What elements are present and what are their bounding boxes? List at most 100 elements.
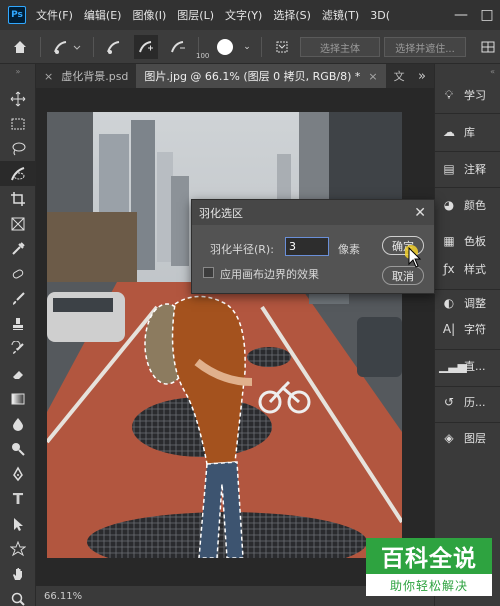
eraser-tool-icon[interactable] xyxy=(0,361,36,386)
panel-label: 直... xyxy=(464,360,486,373)
panel-swatches[interactable]: ▦ 色板 xyxy=(435,229,500,253)
tabs-overflow-icon[interactable]: » xyxy=(418,69,426,84)
feather-radius-input[interactable]: 3 xyxy=(285,237,329,256)
panel-history[interactable]: ↺ 历... xyxy=(435,390,500,414)
collapse-icon[interactable]: » xyxy=(0,64,36,78)
sample-all-layers-icon[interactable] xyxy=(270,35,294,59)
move-tool-icon[interactable] xyxy=(0,86,36,111)
blur-tool-icon[interactable] xyxy=(0,411,36,436)
feather-radius-label: 羽化半径(R): xyxy=(210,243,274,256)
select-and-mask-button[interactable]: 选择并遮住... xyxy=(384,37,466,57)
panel-notes[interactable]: ▤ 注释 xyxy=(435,157,500,181)
panel-learn[interactable]: 💡︎ 学习 xyxy=(435,83,500,107)
comment-icon: ▤ xyxy=(443,162,455,176)
tab-image[interactable]: 图片.jpg @ 66.1% (图层 0 拷贝, RGB/8) * × xyxy=(136,64,386,88)
workspace-icon[interactable] xyxy=(476,35,500,59)
dialog-title: 羽化选区 xyxy=(199,206,243,220)
panel-label: 色板 xyxy=(464,235,486,248)
menu-file[interactable]: 文件(F) xyxy=(36,7,73,23)
watermark-logo: 百科全说 助你轻松解决 xyxy=(366,538,492,598)
panel-adjustments[interactable]: ◐ 调整 xyxy=(435,291,500,315)
panel-color[interactable]: ◕ 颜色 xyxy=(435,193,500,217)
quick-selection-preset-icon[interactable] xyxy=(49,35,85,59)
collapse-panel-icon[interactable]: « xyxy=(435,64,500,78)
divider xyxy=(435,187,500,188)
clone-stamp-tool-icon[interactable] xyxy=(0,311,36,336)
home-icon[interactable] xyxy=(8,35,32,59)
brush-tool-icon[interactable] xyxy=(0,286,36,311)
panels-dock: « 💡︎ 学习 ☁ 库 ▤ 注释 ◕ 颜色 ▦ 色板 ƒx 样式 ◐ 调整 A| 字符 ▁▃▅ 直… xyxy=(434,64,500,606)
zoom-level[interactable]: 66.11% xyxy=(44,591,82,602)
menu-select[interactable]: 选择(S) xyxy=(273,7,311,23)
chevron-down-icon[interactable]: ⌄ xyxy=(241,35,253,59)
tab-close-icon[interactable]: × xyxy=(368,70,377,83)
dialog-title-bar[interactable]: 羽化选区 xyxy=(192,200,434,225)
tab-close-icon[interactable]: × xyxy=(44,70,53,83)
divider xyxy=(435,386,500,387)
menu-edit[interactable]: 编辑(E) xyxy=(84,7,122,23)
lasso-tool-icon[interactable] xyxy=(0,136,36,161)
panel-label: 库 xyxy=(464,126,475,139)
history-brush-tool-icon[interactable] xyxy=(0,336,36,361)
window-controls: — □ xyxy=(448,0,500,30)
lightbulb-icon: 💡︎ xyxy=(444,87,454,102)
adjust-icon: ◐ xyxy=(443,296,455,310)
tab-blur-background[interactable]: × 虚化背景.psd xyxy=(36,64,136,88)
new-selection-icon[interactable] xyxy=(102,35,126,59)
minimize-button[interactable]: — xyxy=(448,7,474,23)
document-tabs: × 虚化背景.psd 图片.jpg @ 66.1% (图层 0 拷贝, RGB/… xyxy=(36,64,434,88)
close-icon[interactable]: ✕ xyxy=(414,205,426,221)
histogram-icon: ▁▃▅ xyxy=(439,359,467,373)
apply-canvas-edge-label[interactable]: 应用画布边界的效果 xyxy=(220,266,319,282)
tab-label: 文 xyxy=(393,70,405,83)
tab-text[interactable]: 文 xyxy=(386,64,413,88)
brush-size-picker[interactable] xyxy=(213,35,237,59)
subtract-from-selection-icon[interactable] xyxy=(166,35,190,59)
hand-tool-icon[interactable] xyxy=(0,561,36,586)
menu-layer[interactable]: 图层(L) xyxy=(177,7,214,23)
tab-label: 虚化背景.psd xyxy=(61,70,129,83)
panel-label: 调整 xyxy=(464,297,486,310)
watermark-subtitle: 助你轻松解决 xyxy=(366,574,492,596)
apply-canvas-edge-checkbox[interactable] xyxy=(203,267,214,278)
panel-libraries[interactable]: ☁ 库 xyxy=(435,120,500,144)
divider xyxy=(435,113,500,114)
shape-tool-icon[interactable] xyxy=(0,536,36,561)
history-icon: ↺ xyxy=(443,395,455,409)
cloud-icon: ☁ xyxy=(443,125,455,139)
frame-tool-icon[interactable] xyxy=(0,211,36,236)
pen-tool-icon[interactable] xyxy=(0,461,36,486)
fx-icon: ƒx xyxy=(443,262,455,276)
document-image[interactable] xyxy=(47,112,402,558)
dodge-tool-icon[interactable] xyxy=(0,436,36,461)
marquee-tool-icon[interactable] xyxy=(0,111,36,136)
grid-icon: ▦ xyxy=(443,234,455,248)
panel-layers[interactable]: ◈ 图层 xyxy=(435,426,500,450)
menu-filter[interactable]: 滤镜(T) xyxy=(322,7,359,23)
watermark-title: 百科全说 xyxy=(366,538,492,574)
maximize-button[interactable]: □ xyxy=(474,7,500,23)
zoom-tool-icon[interactable] xyxy=(0,586,36,606)
add-to-selection-icon[interactable] xyxy=(134,34,158,59)
panel-styles[interactable]: ƒx 样式 xyxy=(435,257,500,281)
panel-label: 历... xyxy=(464,396,486,409)
panel-character[interactable]: A| 字符 xyxy=(435,317,500,341)
type-icon: A| xyxy=(442,322,456,336)
divider xyxy=(435,151,500,152)
menu-type[interactable]: 文字(Y) xyxy=(225,7,262,23)
menu-image[interactable]: 图像(I) xyxy=(132,7,166,23)
menu-3d[interactable]: 3D( xyxy=(370,9,390,22)
panel-label: 颜色 xyxy=(464,199,486,212)
healing-brush-tool-icon[interactable] xyxy=(0,261,36,286)
eyedropper-tool-icon[interactable] xyxy=(0,236,36,261)
menu-bar: Ps 文件(F) 编辑(E) 图像(I) 图层(L) 文字(Y) 选择(S) 滤… xyxy=(0,0,500,30)
crop-tool-icon[interactable] xyxy=(0,186,36,211)
select-subject-button[interactable]: 选择主体 xyxy=(300,37,380,57)
quick-selection-tool-icon[interactable] xyxy=(0,161,36,186)
gradient-tool-icon[interactable] xyxy=(0,386,36,411)
panel-histogram[interactable]: ▁▃▅ 直... xyxy=(435,354,500,378)
path-selection-tool-icon[interactable] xyxy=(0,511,36,536)
divider xyxy=(435,349,500,350)
type-tool-icon[interactable]: T xyxy=(0,486,36,511)
canvas-area[interactable] xyxy=(36,88,434,586)
